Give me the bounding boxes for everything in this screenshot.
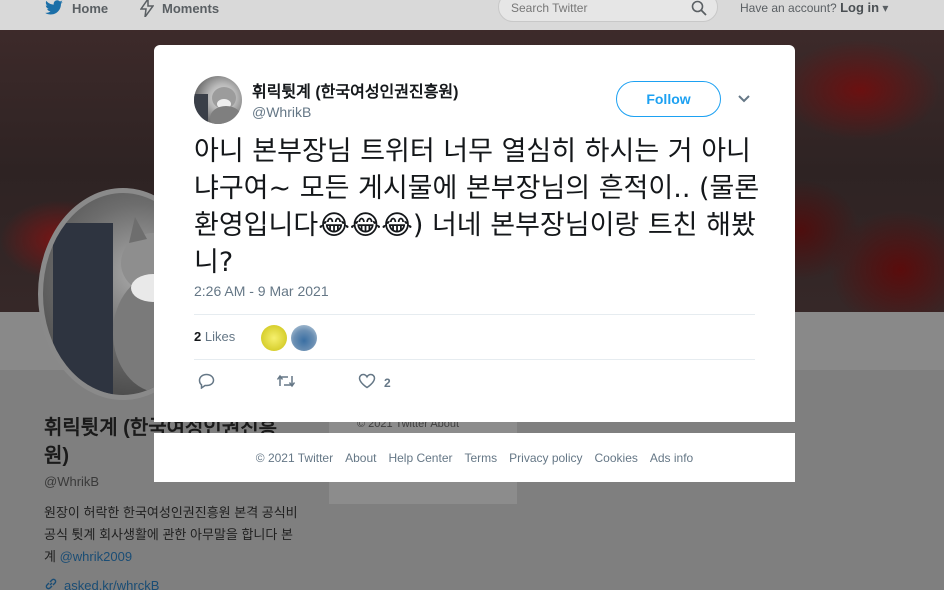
profile-url-text: asked.kr/whrckB	[64, 578, 160, 590]
footer-copyright: © 2021 Twitter	[255, 450, 334, 465]
footer-link-help-center[interactable]: Help Center	[388, 451, 452, 465]
profile-bio-mention[interactable]: @whrik2009	[60, 549, 132, 564]
chevron-down-icon[interactable]	[737, 91, 751, 109]
divider	[194, 359, 755, 360]
follow-button[interactable]: Follow	[616, 81, 721, 117]
tweet-timestamp[interactable]: 2:26 AM - 9 Mar 2021	[194, 283, 329, 299]
footer-link-privacy[interactable]: Privacy policy	[509, 451, 582, 465]
tweet-author-handle[interactable]: @WhrikB	[252, 104, 311, 120]
heart-icon	[358, 373, 376, 392]
liker-avatar[interactable]	[261, 325, 287, 351]
liker-avatar[interactable]	[291, 325, 317, 351]
reply-button[interactable]	[198, 373, 215, 392]
divider	[194, 314, 755, 315]
footer-link-about[interactable]: About	[345, 451, 376, 465]
retweet-button[interactable]	[276, 373, 296, 392]
search-input[interactable]: Search Twitter	[498, 0, 718, 22]
tweet-modal: 휘릭튓계 (한국여성인권진흥원) @WhrikB Follow 아니 본부장님 …	[154, 45, 795, 422]
tweet-author-name[interactable]: 휘릭튓계 (한국여성인권진흥원)	[252, 78, 458, 102]
reply-icon	[198, 373, 215, 392]
account-text: Have an account?	[740, 1, 837, 15]
modal-footer: © 2021 Twitter About Help Center Terms P…	[154, 433, 795, 482]
link-icon	[44, 577, 58, 590]
account-prompt: Have an account? Log in ▾	[740, 0, 888, 15]
login-caret-icon: ▾	[882, 1, 889, 15]
likes-stat[interactable]: 2 Likes	[194, 329, 235, 344]
nav-home-label: Home	[72, 0, 109, 16]
profile-bio: 원장이 허락한 한국여성인권진흥원 본격 공식비공식 튓계 회사생활에 관한 아…	[44, 502, 304, 568]
like-count: 2	[384, 375, 391, 390]
tweet-text: 아니 본부장님 트위터 너무 열심히 하시는 거 아니냐구여~ 모든 게시물에 …	[194, 136, 760, 278]
footer-link-ads-info[interactable]: Ads info	[650, 451, 693, 465]
twitter-bird-icon	[44, 0, 64, 16]
profile-handle[interactable]: @WhrikB	[44, 474, 99, 489]
login-link[interactable]: Log in	[840, 0, 879, 15]
footer-link-cookies[interactable]: Cookies	[595, 451, 638, 465]
profile-url[interactable]: asked.kr/whrckB	[44, 577, 159, 590]
search-icon[interactable]	[691, 0, 707, 21]
top-navigation: Home Moments Search Twitter Have an acco…	[0, 0, 944, 30]
tweet-author-avatar[interactable]	[194, 76, 242, 124]
like-button[interactable]: 2	[358, 373, 391, 392]
likes-label: Likes	[204, 329, 236, 344]
nav-home[interactable]: Home	[44, 0, 108, 16]
lightning-icon	[140, 0, 154, 17]
retweet-icon	[276, 373, 296, 392]
footer-link-terms[interactable]: Terms	[464, 451, 497, 465]
search-placeholder: Search Twitter	[511, 1, 588, 15]
nav-moments[interactable]: Moments	[140, 0, 220, 17]
nav-moments-label: Moments	[162, 0, 220, 16]
likes-count: 2	[194, 329, 202, 344]
